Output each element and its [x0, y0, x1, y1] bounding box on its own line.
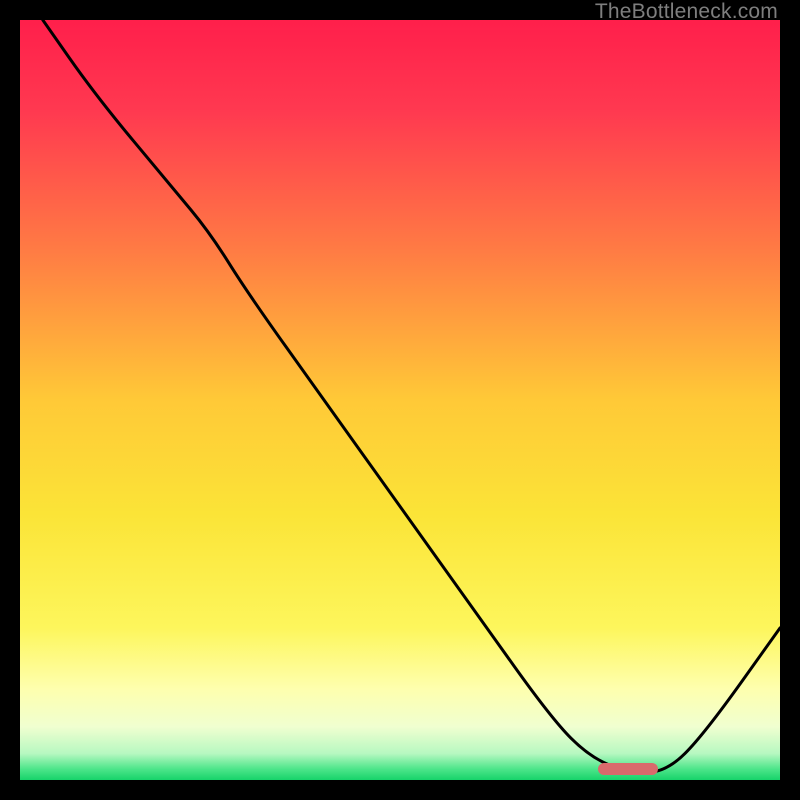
chart-frame: TheBottleneck.com: [0, 0, 800, 800]
plot-area: [20, 20, 780, 780]
optimal-range-marker: [598, 763, 659, 775]
background-gradient: [20, 20, 780, 780]
